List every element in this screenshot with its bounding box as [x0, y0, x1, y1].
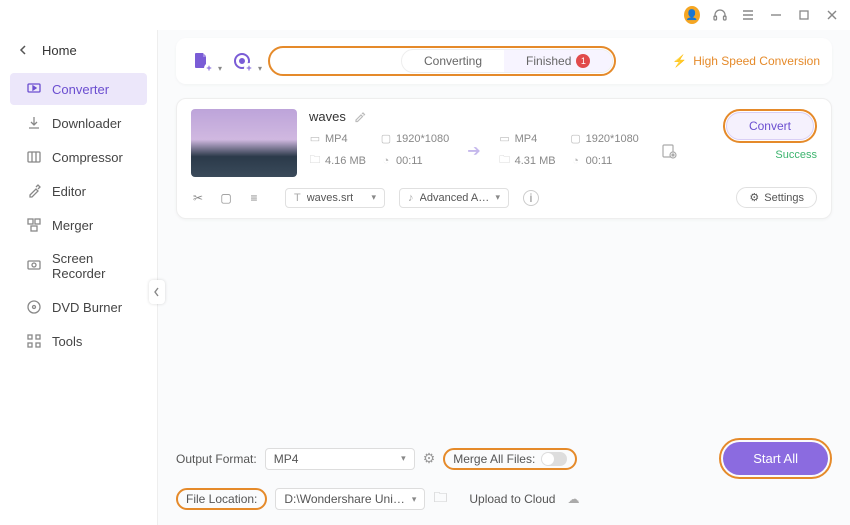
sidebar-item-label: Screen Recorder — [52, 251, 131, 281]
status-label: Success — [775, 149, 817, 161]
duration-icon: ◔ — [380, 155, 392, 167]
user-icon: 👤 — [684, 6, 700, 24]
titlebar: 👤 — [0, 0, 850, 30]
convert-highlight-ring: Convert — [723, 109, 817, 143]
sidebar-item-label: Tools — [52, 334, 82, 349]
format-settings-icon[interactable]: ⚙ — [423, 450, 436, 467]
sidebar-item-compressor[interactable]: Compressor — [10, 141, 147, 173]
output-format-select[interactable]: MP4 ▾ — [265, 448, 415, 470]
merge-highlight-ring: Merge All Files: — [443, 448, 577, 470]
video-icon: ▭ — [499, 132, 511, 145]
sidebar-collapse-button[interactable] — [149, 280, 165, 304]
sidebar-item-tools[interactable]: Tools — [10, 325, 147, 357]
target-specs: ▭MP4 ▢1920*1080 🗀4.31 MB ◔00:11 — [499, 132, 639, 170]
sidebar-item-editor[interactable]: Editor — [10, 175, 147, 207]
sidebar-item-dvd-burner[interactable]: DVD Burner — [10, 291, 147, 323]
sidebar-item-label: Merger — [52, 218, 93, 233]
upload-cloud-label: Upload to Cloud — [469, 492, 555, 506]
bolt-icon: ⚡ — [672, 54, 687, 68]
file-name: waves — [309, 109, 346, 124]
crop-icon[interactable]: ▢ — [219, 191, 233, 205]
cloud-icon[interactable]: ☁ — [567, 492, 579, 506]
sidebar-item-merger[interactable]: Merger — [10, 209, 147, 241]
home-link[interactable]: Home — [0, 36, 157, 72]
file-location-value: D:\Wondershare UniConverter 1 — [284, 492, 411, 506]
editor-icon — [26, 183, 42, 199]
avatar[interactable]: 👤 — [684, 7, 700, 23]
tools-icon — [26, 333, 42, 349]
file-location-select[interactable]: D:\Wondershare UniConverter 1 ▾ — [275, 488, 425, 510]
add-dvd-button[interactable]: + ▾ — [228, 47, 256, 75]
sidebar: Home Converter Downloader Compressor Edi… — [0, 30, 158, 525]
finished-count-badge: 1 — [576, 54, 590, 68]
settings-button[interactable]: ⚙ Settings — [736, 187, 817, 208]
home-label: Home — [42, 43, 77, 58]
audio-value: Advanced Audi... — [420, 192, 490, 204]
subtitle-icon: T — [294, 192, 301, 204]
output-settings-icon[interactable] — [661, 143, 677, 159]
audio-select[interactable]: ♪ Advanced Audi... ▾ — [399, 188, 509, 208]
tab-label: Converting — [424, 54, 482, 68]
info-icon[interactable]: i — [523, 190, 539, 206]
sidebar-item-label: Editor — [52, 184, 86, 199]
status-tabs: Converting Finished 1 — [401, 49, 613, 73]
tab-label: Finished — [526, 54, 571, 68]
video-icon: ▭ — [309, 132, 321, 145]
bottom-bar: Output Format: MP4 ▾ ⚙ Merge All Files: … — [176, 430, 832, 525]
download-icon — [26, 115, 42, 131]
size-icon: 🗀 — [309, 151, 321, 170]
compressor-icon — [26, 149, 42, 165]
sidebar-item-label: Downloader — [52, 116, 121, 131]
resolution-icon: ▢ — [570, 132, 582, 145]
video-thumbnail[interactable] — [191, 109, 297, 177]
menu-icon[interactable] — [740, 7, 756, 23]
open-folder-icon[interactable]: 🗀 — [433, 487, 447, 511]
start-all-button[interactable]: Start All — [723, 442, 828, 475]
headset-icon[interactable] — [712, 7, 728, 23]
minimize-button[interactable] — [768, 7, 784, 23]
sidebar-item-converter[interactable]: Converter — [10, 73, 147, 105]
source-specs: ▭MP4 ▢1920*1080 🗀4.16 MB ◔00:11 — [309, 132, 449, 170]
high-speed-button[interactable]: ⚡ High Speed Conversion — [672, 54, 820, 68]
converter-icon — [26, 81, 42, 97]
sidebar-item-downloader[interactable]: Downloader — [10, 107, 147, 139]
resolution-icon: ▢ — [380, 132, 392, 145]
start-highlight-ring: Start All — [719, 438, 832, 479]
back-icon — [16, 42, 32, 58]
sidebar-item-screen-recorder[interactable]: Screen Recorder — [10, 243, 147, 289]
size-icon: 🗀 — [499, 151, 511, 170]
dvd-icon — [26, 299, 42, 315]
toolbar: + ▾ + ▾ Converting Finished 1 ⚡ High Spee… — [176, 38, 832, 84]
tab-highlight-ring: Converting Finished 1 — [268, 46, 616, 76]
maximize-button[interactable] — [796, 7, 812, 23]
high-speed-label: High Speed Conversion — [693, 54, 820, 68]
effect-icon[interactable]: ≡ — [247, 191, 261, 205]
screen-recorder-icon — [26, 258, 42, 274]
gear-icon: ⚙ — [749, 191, 759, 204]
add-file-button[interactable]: + ▾ — [188, 47, 216, 75]
convert-button[interactable]: Convert — [726, 112, 814, 140]
merger-icon — [26, 217, 42, 233]
sidebar-item-label: Compressor — [52, 150, 123, 165]
main-panel: + ▾ + ▾ Converting Finished 1 ⚡ High Spee… — [158, 30, 850, 525]
subtitle-select[interactable]: T waves.srt ▾ — [285, 188, 385, 208]
file-card: waves ▭MP4 ▢1920*1080 🗀4.16 MB ◔00:11 ➔ — [176, 98, 832, 219]
tab-converting[interactable]: Converting — [402, 50, 504, 72]
file-location-label: File Location: — [176, 488, 267, 510]
audio-icon: ♪ — [408, 192, 414, 204]
tab-finished[interactable]: Finished 1 — [504, 50, 612, 72]
output-format-value: MP4 — [274, 452, 299, 466]
sidebar-item-label: Converter — [52, 82, 109, 97]
arrow-icon: ➔ — [467, 141, 480, 161]
duration-icon: ◔ — [570, 155, 582, 167]
merge-toggle[interactable] — [541, 452, 567, 466]
output-format-label: Output Format: — [176, 452, 257, 466]
rename-icon[interactable] — [354, 111, 366, 123]
close-button[interactable] — [824, 7, 840, 23]
settings-label: Settings — [764, 192, 804, 204]
trim-icon[interactable]: ✂ — [191, 191, 205, 205]
sidebar-item-label: DVD Burner — [52, 300, 122, 315]
subtitle-value: waves.srt — [307, 192, 353, 204]
merge-label: Merge All Files: — [453, 452, 535, 466]
